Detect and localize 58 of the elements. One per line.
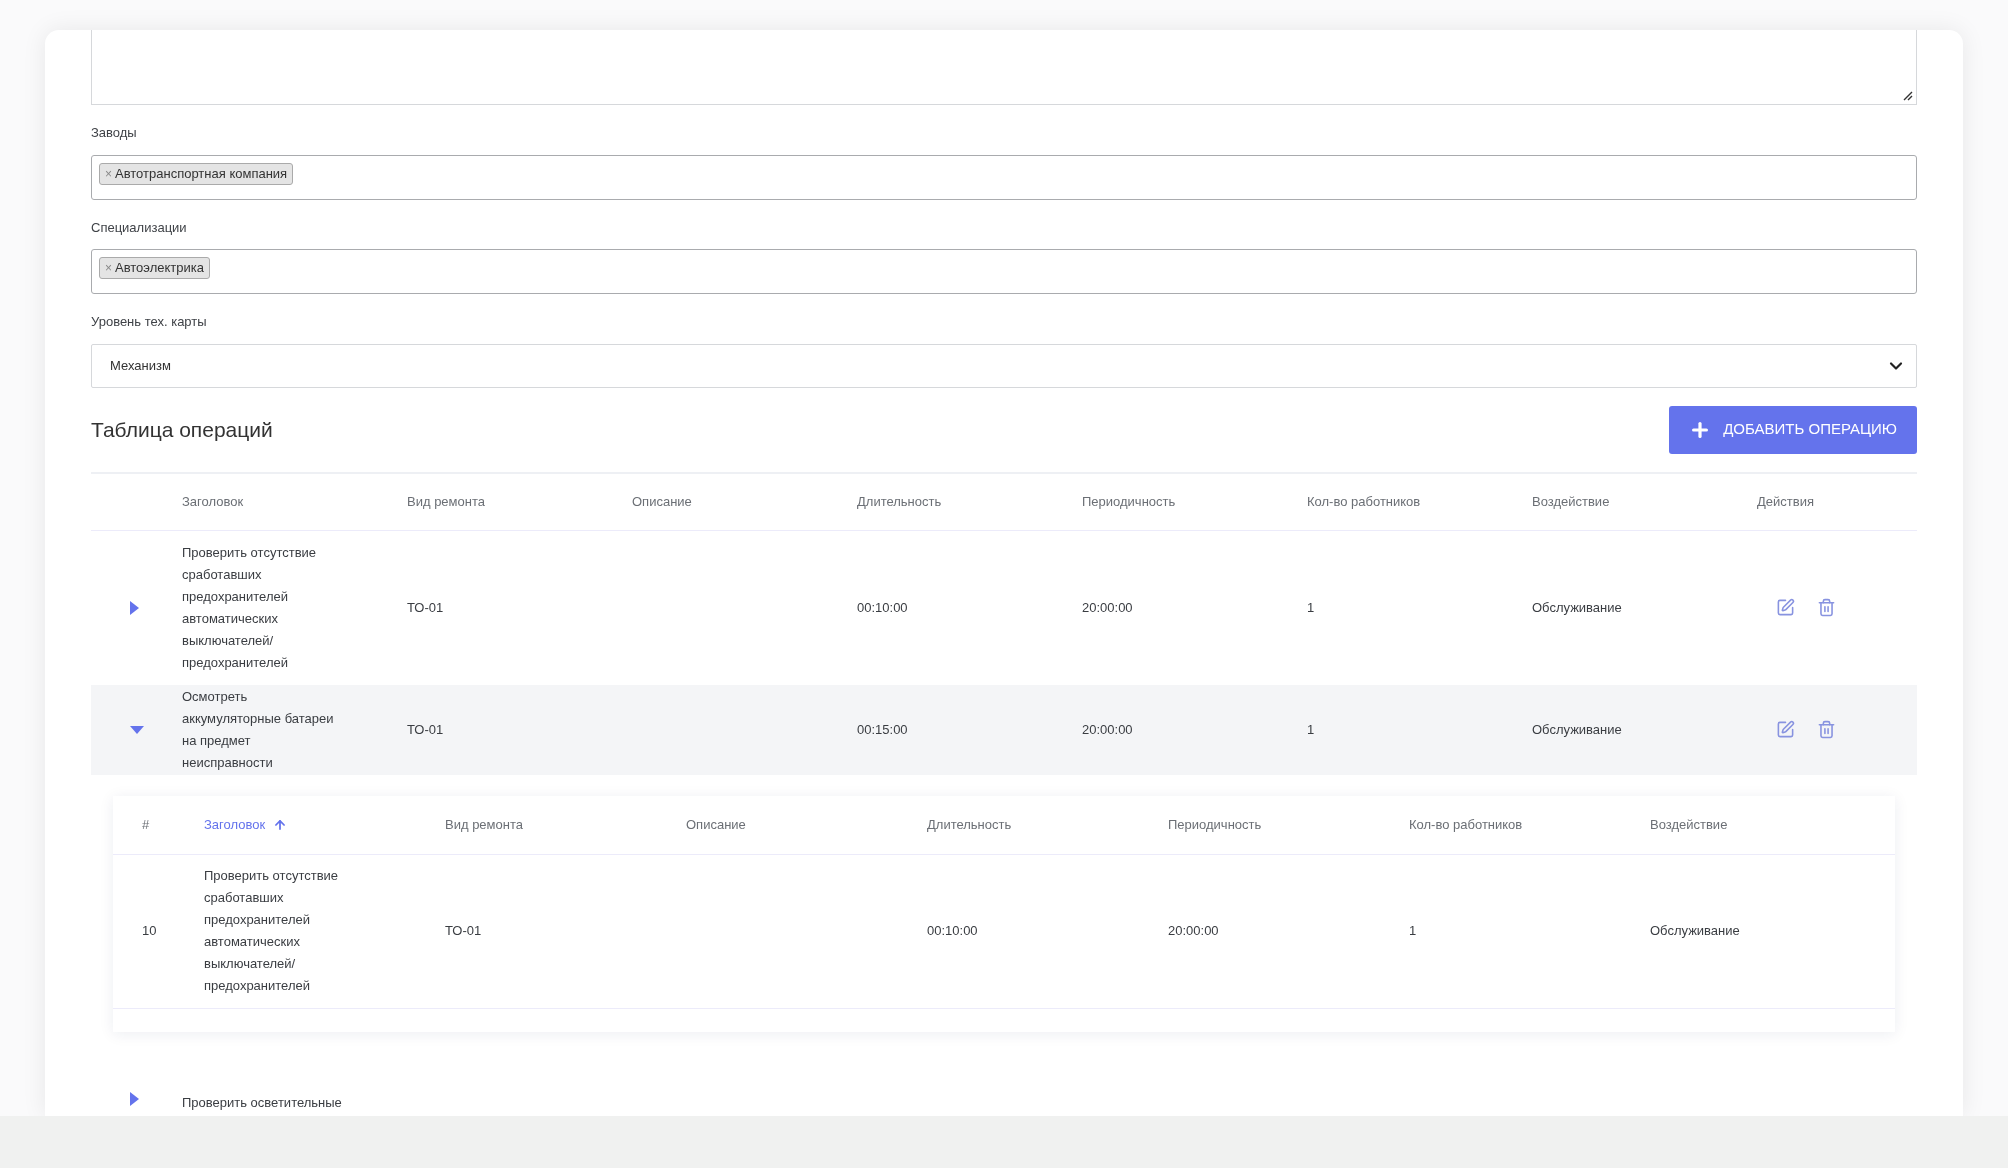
field-label: Уровень тех. карты xyxy=(91,313,208,331)
table-cell-text: 20:00:00 xyxy=(1082,720,1133,739)
trash-icon[interactable] xyxy=(1817,598,1836,617)
column-header[interactable]: Длительность xyxy=(927,814,1012,835)
tag-remove-mark[interactable]: × xyxy=(105,259,112,277)
column-header: Периодичность xyxy=(1082,492,1176,511)
sort-ascending-icon xyxy=(273,817,288,832)
table-cell-text: Обслуживание xyxy=(1532,598,1622,617)
column-header: Описание xyxy=(632,492,692,511)
table-cell-text: 1 xyxy=(1307,720,1315,739)
table-cell-text: Обслуживание xyxy=(1650,922,1740,941)
field-label: Специализации xyxy=(91,218,188,237)
title-cell-text: Проверить отсутствие сработавших предохранителей автоматических выключателей/ предохранителей xyxy=(204,867,340,995)
column-header: Кол-во работников xyxy=(1307,492,1421,511)
table-cell-text: 00:10:00 xyxy=(857,598,908,617)
table-cell-text: 00:15:00 xyxy=(857,720,908,739)
title-cell-text: Осмотреть аккумуляторные батареи на предмет неисправности xyxy=(182,687,335,772)
select-field[interactable]: Механизм xyxy=(91,343,1917,388)
column-header[interactable]: Вид ремонта xyxy=(445,814,523,835)
table-cell-text: 20:00:00 xyxy=(1168,922,1219,941)
table-cell-text: Обслуживание xyxy=(1532,720,1622,739)
column-header[interactable]: Кол-во работников xyxy=(1409,814,1523,835)
section-title: Таблица операций xyxy=(91,416,273,443)
textarea-field[interactable] xyxy=(91,30,1917,105)
column-header: Длительность xyxy=(857,492,942,511)
table-cell-text: 10 xyxy=(142,922,157,941)
title-cell-text: Проверить осветительные xyxy=(182,1093,342,1112)
tag-input-field[interactable]: × Автоэлектрика xyxy=(91,249,1917,294)
table-cell-text: 1 xyxy=(1307,598,1315,617)
title-cell-text: Проверить отсутствие сработавших предохранителей автоматических выключателей/ предохранителей xyxy=(182,543,318,672)
expand-arrow-icon[interactable] xyxy=(130,1091,139,1106)
tag-input-field[interactable]: × Автотранспортная компания xyxy=(91,154,1917,200)
column-header[interactable]: # xyxy=(142,814,150,835)
column-header[interactable]: Воздействие xyxy=(1650,814,1728,835)
table-cell-text: 00:10:00 xyxy=(927,922,978,941)
table-cell-text: ТО-01 xyxy=(407,598,444,617)
column-header: Вид ремонта xyxy=(407,492,485,511)
field-label: Заводы xyxy=(91,124,138,142)
column-header[interactable]: Периодичность xyxy=(1168,814,1262,835)
table-cell-text: 1 xyxy=(1409,922,1417,941)
edit-icon[interactable] xyxy=(1776,598,1795,617)
resize-handle-icon[interactable] xyxy=(1903,91,1913,101)
edit-icon[interactable] xyxy=(1776,720,1795,739)
column-header: Действия xyxy=(1757,492,1814,511)
table-cell-text: 20:00:00 xyxy=(1082,598,1133,617)
column-header[interactable]: Описание xyxy=(686,814,746,835)
add-operation-button[interactable]: ДОБАВИТЬ ОПЕРАЦИЮ xyxy=(1669,405,1917,454)
table-cell-text: ТО-01 xyxy=(445,922,482,941)
tag-remove-mark[interactable]: × xyxy=(105,164,112,183)
column-header: Заголовок xyxy=(182,492,244,511)
sorted-column-header[interactable]: Заголовок xyxy=(204,814,288,835)
expand-arrow-icon[interactable] xyxy=(130,600,139,615)
tag-text: Автотранспортная компания xyxy=(115,164,288,183)
column-header: Воздействие xyxy=(1532,492,1610,511)
table-cell-text: ТО-01 xyxy=(407,720,444,739)
tag-text: Автоэлектрика xyxy=(115,259,204,278)
collapse-arrow-icon[interactable] xyxy=(130,724,144,735)
trash-icon[interactable] xyxy=(1817,720,1836,739)
